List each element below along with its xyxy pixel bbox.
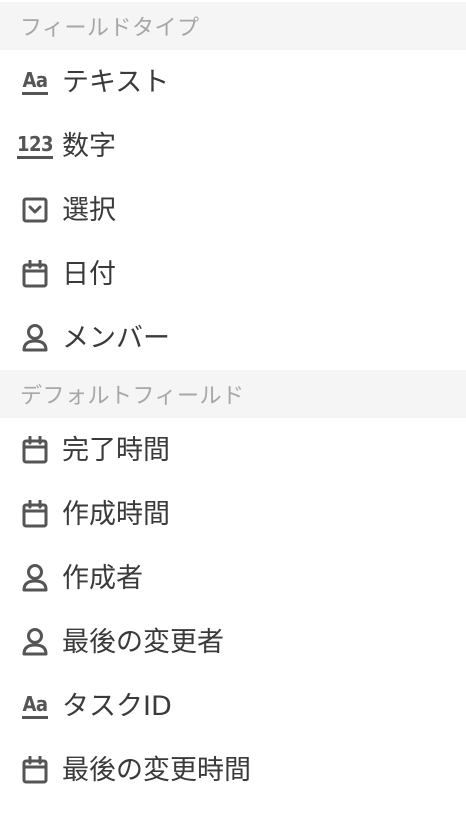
- field-type-section: フィールドタイプ Aa テキスト 123 数字 選択 日付 メンバー: [0, 2, 466, 370]
- default-field-task-id[interactable]: Aa タスクID: [0, 674, 466, 738]
- number-icon: 123: [16, 131, 54, 161]
- field-type-select[interactable]: 選択: [0, 178, 466, 242]
- default-field-created-time[interactable]: 作成時間: [0, 482, 466, 546]
- default-field-label: 最後の変更者: [62, 626, 224, 658]
- person-icon: [20, 323, 50, 353]
- field-type-label: 数字: [62, 130, 116, 162]
- default-field-label: 完了時間: [62, 434, 170, 466]
- calendar-icon: [20, 435, 50, 465]
- default-field-last-modified-time[interactable]: 最後の変更時間: [0, 738, 466, 802]
- section-header-field-types: フィールドタイプ: [0, 2, 466, 50]
- field-type-label: メンバー: [62, 322, 170, 354]
- calendar-icon: [20, 755, 50, 785]
- calendar-icon: [20, 259, 50, 289]
- person-icon: [20, 563, 50, 593]
- default-field-creator[interactable]: 作成者: [0, 546, 466, 610]
- field-type-label: テキスト: [62, 66, 170, 98]
- field-type-number[interactable]: 123 数字: [0, 114, 466, 178]
- calendar-icon: [20, 499, 50, 529]
- default-field-label: 最後の変更時間: [62, 754, 251, 786]
- default-field-section: デフォルトフィールド 完了時間 作成時間 作成者 最後の変更者 Aa タスクID…: [0, 370, 466, 802]
- default-field-last-modified-by[interactable]: 最後の変更者: [0, 610, 466, 674]
- field-type-label: 選択: [62, 194, 116, 226]
- field-type-date[interactable]: 日付: [0, 242, 466, 306]
- default-field-completed-time[interactable]: 完了時間: [0, 418, 466, 482]
- field-type-text[interactable]: Aa テキスト: [0, 50, 466, 114]
- default-field-label: 作成者: [62, 562, 143, 594]
- field-type-label: 日付: [62, 258, 116, 290]
- text-aa-icon: Aa: [20, 691, 50, 721]
- field-type-member[interactable]: メンバー: [0, 306, 466, 370]
- select-dropdown-icon: [20, 195, 50, 225]
- default-field-label: 作成時間: [62, 498, 170, 530]
- text-aa-icon: Aa: [20, 67, 50, 97]
- default-field-label: タスクID: [62, 690, 172, 722]
- section-header-default-fields: デフォルトフィールド: [0, 370, 466, 418]
- person-icon: [20, 627, 50, 657]
